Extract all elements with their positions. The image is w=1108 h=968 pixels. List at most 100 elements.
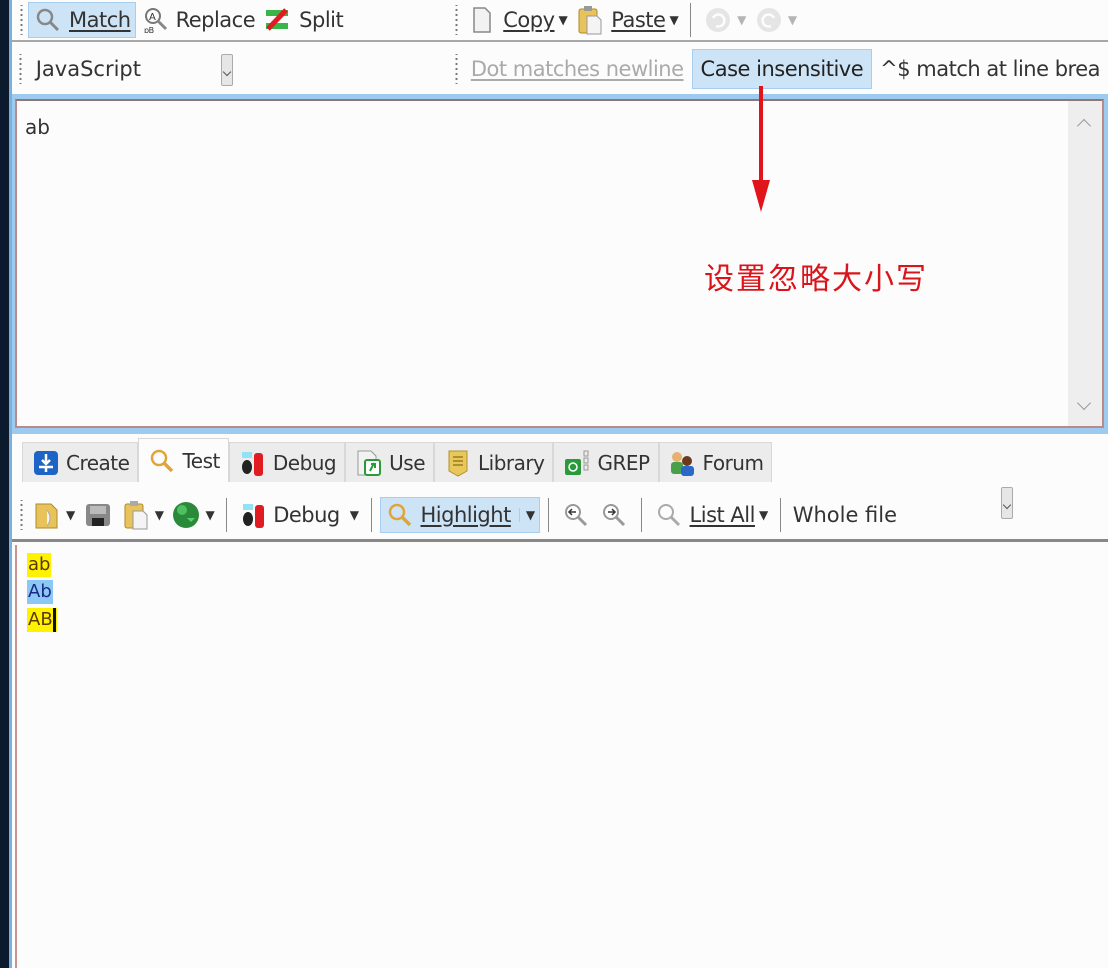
replace-label: Replace — [175, 8, 256, 32]
toolbar-separator — [370, 497, 372, 532]
flavor-dropdown-icon[interactable] — [220, 54, 233, 86]
paste-label: Paste — [611, 8, 666, 32]
tab-use[interactable]: Use — [345, 442, 435, 482]
copy-icon — [467, 5, 497, 35]
redo-button[interactable]: ▼ — [750, 2, 801, 38]
paste-icon — [121, 500, 151, 530]
scroll-down-icon[interactable] — [1076, 395, 1092, 411]
toolbar-grip[interactable] — [18, 5, 24, 35]
test-line-match: AB — [27, 608, 57, 632]
copy-dropdown-icon[interactable]: ▼ — [559, 13, 568, 27]
scroll-up-icon[interactable] — [1076, 118, 1092, 134]
case-insensitive-label: Case insensitive — [700, 57, 864, 81]
tab-debug[interactable]: Debug — [228, 442, 346, 482]
match-button[interactable]: Match — [28, 2, 136, 38]
paste-dropdown-icon[interactable]: ▼ — [669, 13, 678, 27]
tab-label: Debug — [272, 450, 337, 475]
paste-test-button[interactable]: ▼ — [117, 497, 168, 533]
toolbar-separator — [547, 497, 549, 532]
use-icon — [354, 448, 384, 478]
svg-text:ɒB: ɒB — [144, 26, 154, 34]
tab-grep[interactable]: GREP — [553, 442, 659, 482]
annotation-arrowhead — [752, 180, 770, 212]
toolbar-grip[interactable] — [18, 54, 24, 84]
toolbar-grip-2[interactable] — [453, 5, 460, 35]
toolbar-separator — [640, 497, 642, 532]
regexbuddy-window: Match AɒB Replace Split Copy ▼ Paste ▼ ▼… — [12, 0, 1108, 968]
redo-dropdown-icon[interactable]: ▼ — [788, 13, 797, 27]
match-label: Match — [69, 8, 131, 32]
desktop-edge — [0, 0, 12, 968]
paste-button[interactable]: Paste ▼ — [571, 2, 682, 38]
tab-label: Test — [182, 448, 220, 473]
copy-button[interactable]: Copy ▼ — [463, 2, 571, 38]
dot-matches-newline-toggle[interactable]: Dot matches newline — [463, 49, 692, 89]
replace-icon: AɒB — [140, 5, 170, 35]
magnifier-icon — [33, 5, 63, 35]
open-file-icon — [32, 500, 62, 530]
undo-button[interactable]: ▼ — [699, 2, 750, 38]
list-all-label: List All — [689, 502, 756, 527]
tab-label: Create — [66, 450, 130, 475]
replace-button[interactable]: AɒB Replace — [136, 2, 260, 38]
split-label: Split — [299, 8, 344, 32]
scope-value: Whole file — [792, 502, 898, 527]
panel-tabs: Create Test Debug Use Library GREP Forum — [12, 434, 1108, 482]
tab-test[interactable]: Test — [138, 438, 229, 482]
tab-create[interactable]: Create — [22, 442, 139, 482]
toolbar-separator — [226, 497, 228, 532]
dot-matches-newline-label: Dot matches newline — [470, 57, 684, 81]
save-button[interactable] — [79, 497, 117, 533]
tab-label: Library — [478, 450, 545, 475]
split-button[interactable]: Split — [259, 2, 347, 38]
test-line-match: Ab — [27, 580, 53, 604]
highlight-dropdown-icon[interactable]: ▼ — [518, 507, 535, 522]
toolbar-grip-2[interactable] — [453, 54, 459, 84]
toolbar-grip[interactable] — [18, 499, 24, 530]
regex-scrollbar[interactable] — [1068, 101, 1102, 426]
highlight-label: Highlight — [420, 502, 512, 527]
debug-icon — [239, 500, 269, 530]
tab-forum[interactable]: Forum — [658, 442, 773, 482]
previous-match-button[interactable] — [557, 497, 595, 533]
copy-label: Copy — [503, 8, 555, 32]
debug-dropdown-icon[interactable]: ▼ — [350, 508, 359, 522]
test-line-text: Ab — [28, 581, 52, 602]
scope-select[interactable]: Whole file — [792, 486, 1013, 527]
list-all-dropdown-icon[interactable]: ▼ — [759, 508, 768, 522]
debug-label: Debug — [273, 502, 340, 527]
svg-text:A: A — [149, 12, 156, 23]
magnifier-icon — [654, 500, 684, 530]
annotation-arrow — [759, 86, 763, 186]
case-insensitive-toggle[interactable]: Case insensitive — [691, 49, 873, 89]
web-dropdown-icon[interactable]: ▼ — [205, 508, 214, 522]
toolbar-separator — [690, 3, 692, 37]
tab-library[interactable]: Library — [434, 442, 554, 482]
debug-icon — [238, 448, 268, 478]
paste-icon — [575, 5, 605, 35]
flavor-select[interactable]: JavaScript — [28, 49, 233, 89]
magnifier-icon — [385, 500, 415, 530]
test-subject-editor[interactable]: ab Ab AB — [15, 545, 1108, 968]
regex-editor[interactable]: ab — [15, 99, 1104, 428]
split-icon — [263, 5, 293, 35]
magnifier-icon — [147, 446, 177, 476]
debug-button[interactable]: Debug ▼ — [235, 497, 362, 533]
web-button[interactable]: ▼ — [167, 497, 218, 533]
grep-icon — [562, 448, 592, 478]
next-match-button[interactable] — [595, 497, 633, 533]
highlight-button[interactable]: Highlight ▼ — [379, 496, 540, 533]
caret-dollar-toggle[interactable]: ^$ match at line brea — [872, 49, 1108, 89]
list-all-button[interactable]: List All ▼ — [650, 497, 772, 533]
regex-text: ab — [25, 115, 50, 139]
test-line-text: ab — [28, 554, 51, 575]
globe-icon — [171, 500, 201, 530]
library-icon — [443, 448, 473, 478]
save-icon — [83, 500, 113, 530]
scope-dropdown-icon[interactable] — [1000, 486, 1013, 519]
open-button[interactable]: ▼ — [28, 497, 79, 533]
text-cursor — [52, 608, 56, 632]
paste-test-dropdown-icon[interactable]: ▼ — [155, 508, 164, 522]
open-dropdown-icon[interactable]: ▼ — [66, 508, 75, 522]
undo-dropdown-icon[interactable]: ▼ — [737, 13, 746, 27]
